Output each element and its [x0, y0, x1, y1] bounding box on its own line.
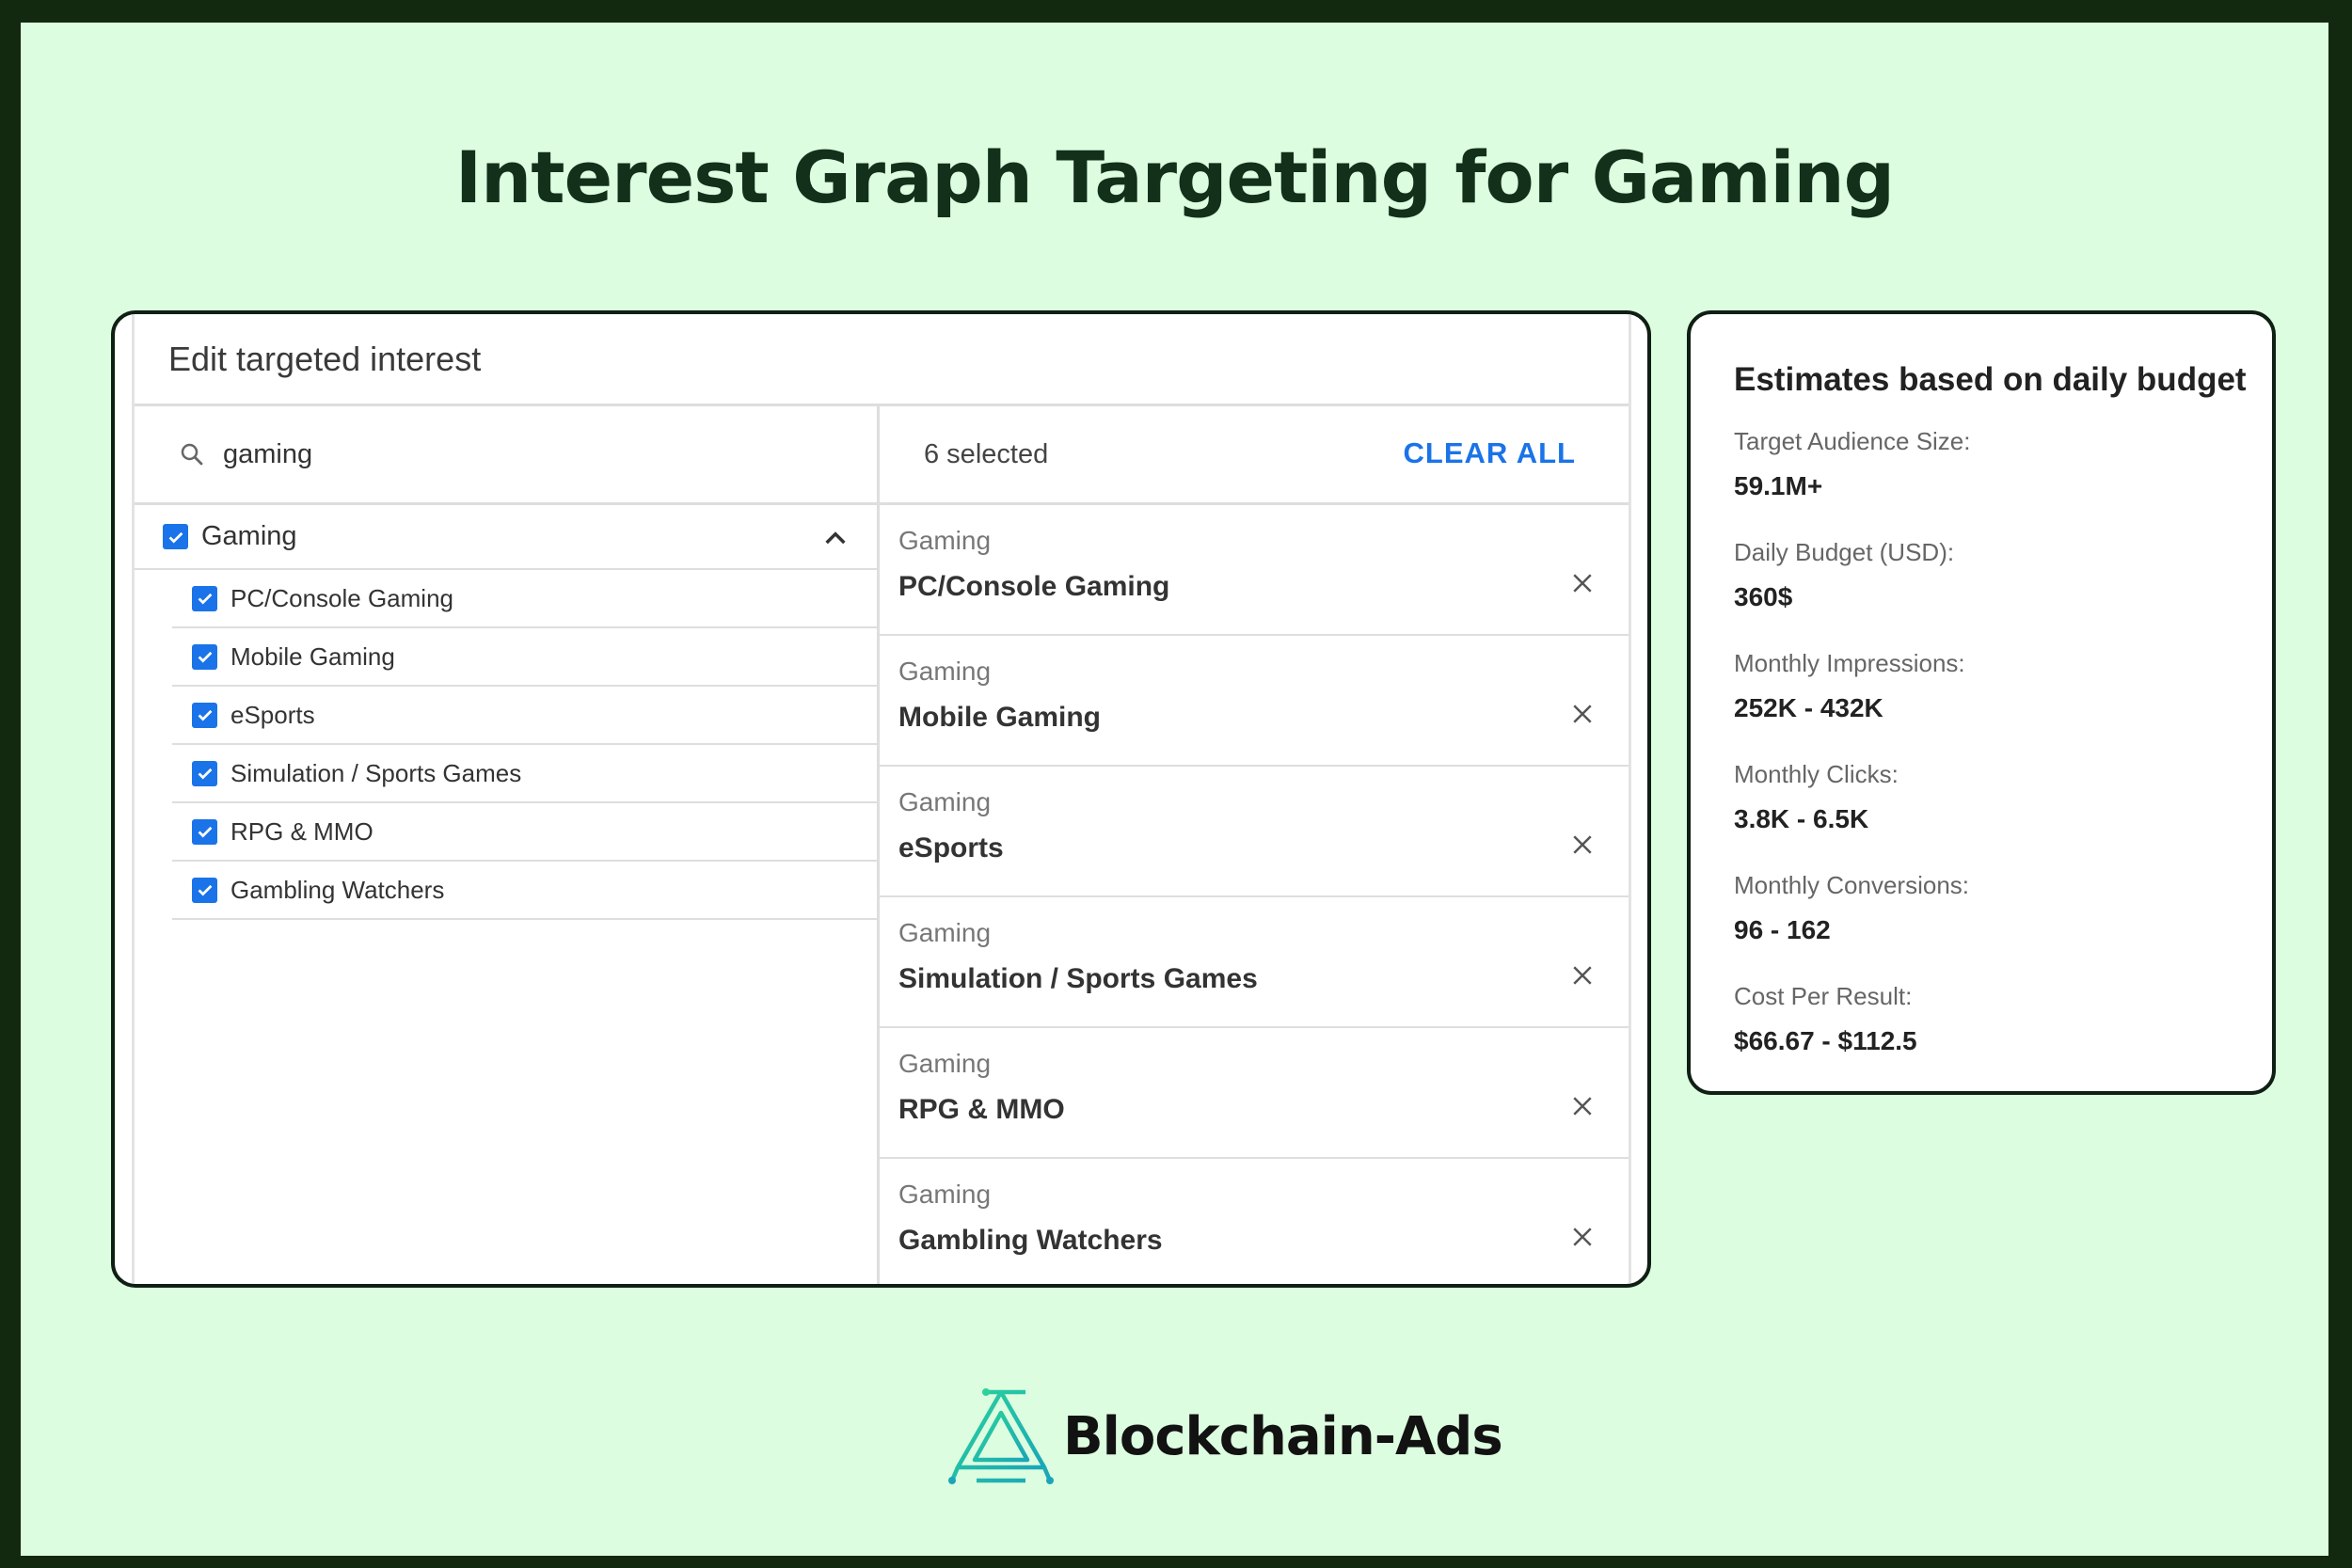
selected-item-category: Gaming — [898, 787, 992, 816]
selected-item-name: PC/Console Gaming — [898, 571, 1170, 602]
selected-item-category: Gaming — [898, 918, 992, 947]
tree-child-item[interactable]: RPG & MMO — [172, 803, 877, 862]
stat-value: 360$ — [1734, 582, 1793, 611]
stat-cost-per-result: Cost Per Result: $66.67 - $112.5 — [1734, 982, 2272, 1056]
search-input[interactable] — [221, 437, 789, 471]
stat-audience-size: Target Audience Size: 59.1M+ — [1734, 427, 2272, 501]
tree-child-item[interactable]: Simulation / Sports Games — [172, 745, 877, 803]
tree-child-label: RPG & MMO — [230, 816, 373, 846]
selected-item: Gaming RPG & MMO — [880, 1028, 1629, 1159]
child-checkbox[interactable] — [192, 818, 217, 845]
stat-monthly-impressions: Monthly Impressions: 252K - 432K — [1734, 649, 2272, 723]
selected-item-category: Gaming — [898, 657, 992, 686]
stat-monthly-conversions: Monthly Conversions: 96 - 162 — [1734, 871, 2272, 945]
panel-header: Edit targeted interest — [135, 314, 1629, 406]
tree-child-label: eSports — [230, 700, 315, 729]
child-checkbox[interactable] — [192, 760, 217, 786]
child-checkbox[interactable] — [192, 702, 217, 728]
checkmark-icon — [198, 593, 212, 605]
stat-monthly-clicks: Monthly Clicks: 3.8K - 6.5K — [1734, 760, 2272, 834]
selected-item-category: Gaming — [898, 1049, 992, 1078]
selected-item-category: Gaming — [898, 1180, 992, 1209]
close-icon[interactable] — [1568, 1092, 1597, 1120]
brand-logo: Blockchain-Ads — [948, 1386, 1503, 1486]
stat-value: 252K - 432K — [1734, 693, 1883, 722]
tree-child-label: Gambling Watchers — [230, 875, 445, 904]
child-checkbox[interactable] — [192, 643, 217, 670]
stat-daily-budget: Daily Budget (USD): 360$ — [1734, 538, 2272, 612]
selected-item-name: RPG & MMO — [898, 1094, 1065, 1125]
child-checkbox[interactable] — [192, 877, 217, 903]
tree-child-item[interactable]: eSports — [172, 687, 877, 745]
estimates-title: Estimates based on daily budget — [1734, 361, 2247, 398]
checkmark-icon — [198, 884, 212, 896]
parent-checkbox[interactable] — [163, 524, 188, 549]
close-icon[interactable] — [1568, 1223, 1597, 1251]
stat-label: Monthly Impressions: — [1734, 649, 1965, 677]
selected-item-name: Mobile Gaming — [898, 702, 1102, 733]
stat-label: Daily Budget (USD): — [1734, 538, 1955, 566]
interest-panel: Edit targeted interest Gaming PC/Console — [111, 310, 1651, 1288]
selected-column: 6 selected CLEAR ALL Gaming PC/Console G… — [880, 406, 1629, 1284]
tree-parent-gaming[interactable]: Gaming — [135, 505, 877, 570]
stat-label: Cost Per Result: — [1734, 982, 1913, 1010]
checkmark-icon — [198, 651, 212, 663]
tree-parent-label: Gaming — [201, 521, 297, 551]
selected-item: Gaming Mobile Gaming — [880, 636, 1629, 767]
selected-item: Gaming Gambling Watchers — [880, 1159, 1629, 1284]
stat-label: Monthly Conversions: — [1734, 871, 1969, 899]
selected-count: 6 selected — [924, 438, 1049, 469]
clear-all-button[interactable]: CLEAR ALL — [1404, 436, 1577, 470]
selected-item: Gaming PC/Console Gaming — [880, 505, 1629, 636]
selected-item: Gaming eSports — [880, 767, 1629, 897]
page-title: Interest Graph Targeting for Gaming — [454, 135, 1895, 219]
tree-child-item[interactable]: Mobile Gaming — [172, 628, 877, 687]
interest-panel-inner: Edit targeted interest Gaming PC/Console — [132, 314, 1631, 1284]
selected-item-name: eSports — [898, 832, 1004, 863]
close-icon[interactable] — [1568, 569, 1597, 597]
selected-item-name: Simulation / Sports Games — [898, 963, 1258, 994]
search-row — [135, 406, 877, 505]
checkmark-icon — [168, 531, 183, 544]
brand-name: Blockchain-Ads — [1063, 1405, 1503, 1467]
tree-child-item[interactable]: PC/Console Gaming — [172, 570, 877, 628]
tree-child-item[interactable]: Gambling Watchers — [172, 862, 877, 920]
checkmark-icon — [198, 826, 212, 838]
tree-child-label: PC/Console Gaming — [230, 583, 453, 612]
selected-item-name: Gambling Watchers — [898, 1225, 1163, 1256]
panel-columns: Gaming PC/Console Gaming Mobile Gaming e… — [135, 406, 1629, 1284]
stat-value: 59.1M+ — [1734, 471, 1823, 500]
tree-child-label: Mobile Gaming — [230, 641, 395, 671]
selected-item-category: Gaming — [898, 526, 992, 555]
stat-value: 96 - 162 — [1734, 915, 1831, 944]
estimates-card: Estimates based on daily budget Target A… — [1687, 310, 2276, 1095]
stat-value: $66.67 - $112.5 — [1734, 1026, 1917, 1055]
selected-item: Gaming Simulation / Sports Games — [880, 897, 1629, 1028]
blockchain-ads-logo-icon — [948, 1388, 1054, 1484]
close-icon[interactable] — [1568, 700, 1597, 728]
tree-child-label: Simulation / Sports Games — [230, 758, 522, 787]
close-icon[interactable] — [1568, 961, 1597, 990]
page-frame: Interest Graph Targeting for Gaming Edit… — [21, 23, 2328, 1556]
close-icon[interactable] — [1568, 831, 1597, 859]
selected-header: 6 selected CLEAR ALL — [880, 406, 1629, 505]
chevron-up-icon[interactable] — [820, 524, 850, 554]
checkmark-icon — [198, 768, 212, 780]
stat-label: Monthly Clicks: — [1734, 760, 1899, 788]
stat-value: 3.8K - 6.5K — [1734, 804, 1869, 833]
interest-tree-column: Gaming PC/Console Gaming Mobile Gaming e… — [135, 406, 880, 1284]
checkmark-icon — [198, 709, 212, 721]
search-icon — [181, 443, 203, 466]
child-checkbox[interactable] — [192, 585, 217, 611]
stat-label: Target Audience Size: — [1734, 427, 1971, 455]
